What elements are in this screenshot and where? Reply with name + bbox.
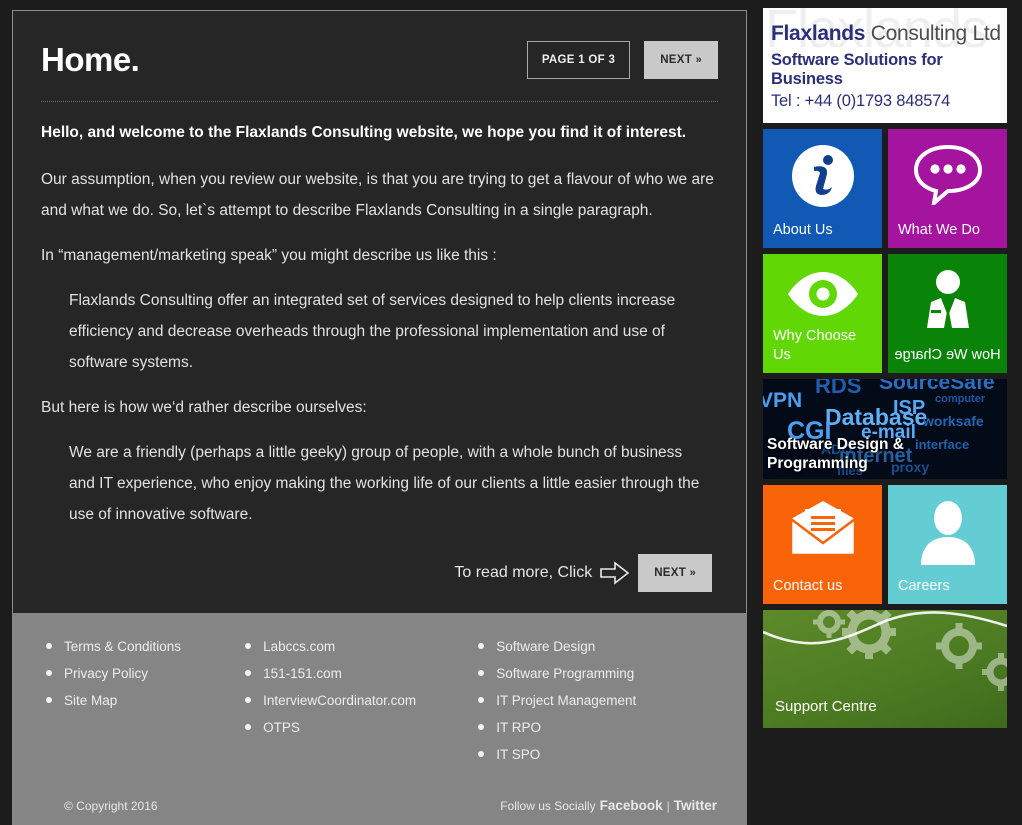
person-icon	[888, 499, 1007, 565]
read-more-label: To read more, Click	[454, 564, 592, 582]
tile-about-us[interactable]: About Us	[763, 129, 882, 248]
company-name: Flaxlands Consulting Ltd	[771, 22, 997, 46]
facebook-link[interactable]: Facebook	[600, 798, 663, 813]
tile-row-3: RDS SourceSafe VPN ISP computer Database…	[763, 379, 1007, 479]
tile-what-we-do[interactable]: What We Do	[888, 129, 1007, 248]
tile-label: Software Design & Programming	[767, 435, 1001, 473]
businessman-icon	[888, 268, 1007, 330]
list-item[interactable]: Privacy Policy	[42, 660, 241, 687]
tile-contact-us[interactable]: Contact us	[763, 485, 882, 604]
tile-careers[interactable]: Careers	[888, 485, 1007, 604]
envelope-icon	[763, 499, 882, 559]
next-page-button[interactable]: NEXT »	[644, 41, 718, 79]
word-cloud-word: VPN	[763, 389, 802, 413]
tile-label: About Us	[773, 221, 876, 240]
arrow-right-icon	[600, 560, 630, 586]
company-name-bold: Flaxlands	[771, 22, 865, 45]
twitter-link[interactable]: Twitter	[674, 798, 717, 813]
pagination-indicator[interactable]: PAGE 1 OF 3	[527, 41, 630, 79]
page-header: Home. PAGE 1 OF 3 NEXT »	[41, 41, 718, 101]
chevron-right-icon: »	[696, 54, 702, 66]
tile-support-centre[interactable]: Support Centre	[763, 610, 1007, 728]
header-divider	[41, 101, 718, 102]
list-item[interactable]: IT SPO	[474, 741, 717, 768]
paragraph-assumption: Our assumption, when you review our webs…	[41, 164, 718, 226]
company-logo-card[interactable]: Flaxlands Flaxlands Consulting Ltd Softw…	[763, 8, 1007, 123]
tile-why-choose-us[interactable]: Why Choose Us	[763, 254, 882, 373]
footer: Terms & Conditions Privacy Policy Site M…	[12, 613, 747, 825]
next-page-button-label: NEXT	[660, 54, 692, 66]
word-cloud-word: computer	[935, 393, 985, 405]
read-more-row: To read more, Click NEXT »	[41, 554, 718, 592]
speech-bubble-icon	[888, 143, 1007, 205]
tile-label: Contact us	[773, 577, 876, 596]
list-item[interactable]: InterviewCoordinator.com	[241, 687, 474, 714]
list-item[interactable]: Labccs.com	[241, 633, 474, 660]
list-item[interactable]: IT RPO	[474, 714, 717, 741]
paragraph-marketing-speak: In “management/marketing speak” you migh…	[41, 240, 718, 271]
tile-label: Careers	[898, 577, 1001, 596]
footer-column-sites: Labccs.com 151-151.com InterviewCoordina…	[241, 633, 474, 768]
read-more-next-label: NEXT	[654, 567, 686, 579]
sidebar: Flaxlands Flaxlands Consulting Ltd Softw…	[763, 8, 1007, 728]
quote-friendly-description: We are a friendly (perhaps a little geek…	[69, 437, 718, 530]
list-item[interactable]: Terms & Conditions	[42, 633, 241, 660]
company-name-rest: Consulting Ltd	[865, 22, 1001, 45]
welcome-lead-text: Hello, and welcome to the Flaxlands Cons…	[41, 124, 718, 142]
info-circle-icon	[763, 143, 882, 209]
list-item[interactable]: Software Programming	[474, 660, 717, 687]
quote-marketing-description: Flaxlands Consulting offer an integrated…	[69, 285, 718, 378]
paragraph-rather-describe: But here is how we‘d rather describe our…	[41, 392, 718, 423]
list-item[interactable]: OTPS	[241, 714, 474, 741]
footer-link-columns: Terms & Conditions Privacy Policy Site M…	[42, 633, 717, 768]
list-item[interactable]: IT Project Management	[474, 687, 717, 714]
tile-row-2: Why Choose Us How We Charge	[763, 254, 1007, 373]
footer-list-services: Software Design Software Programming IT …	[474, 633, 717, 768]
word-cloud-word: worksafe	[923, 413, 984, 429]
tile-row-5: Support Centre	[763, 610, 1007, 728]
social-prefix-label: Follow us Socially	[500, 799, 595, 813]
tile-label: How We Charge	[888, 346, 1007, 365]
list-item[interactable]: Site Map	[42, 687, 241, 714]
footer-bottom-bar: © Copyright 2016 Follow us Socially Face…	[12, 798, 747, 813]
list-item[interactable]: Software Design	[474, 633, 717, 660]
tile-how-we-charge[interactable]: How We Charge	[888, 254, 1007, 373]
tile-label: Support Centre	[775, 697, 1001, 716]
word-cloud-word: RDS	[815, 379, 861, 399]
eye-icon	[763, 268, 882, 320]
social-links: Follow us Socially Facebook | Twitter	[500, 798, 717, 813]
footer-column-services: Software Design Software Programming IT …	[474, 633, 717, 768]
company-tagline: Software Solutions for Business	[771, 51, 997, 89]
tile-row-4: Contact us Careers	[763, 485, 1007, 604]
footer-list-legal: Terms & Conditions Privacy Policy Site M…	[42, 633, 241, 714]
page-root: Home. PAGE 1 OF 3 NEXT » Hello, and welc…	[0, 0, 1022, 825]
list-item[interactable]: 151-151.com	[241, 660, 474, 687]
read-more-next-button[interactable]: NEXT »	[638, 554, 712, 592]
tile-label: Why Choose Us	[773, 327, 876, 365]
copyright-text: © Copyright 2016	[64, 799, 158, 813]
company-telephone: Tel : +44 (0)1793 848574	[771, 92, 997, 111]
footer-list-sites: Labccs.com 151-151.com InterviewCoordina…	[241, 633, 474, 741]
page-title: Home.	[41, 41, 139, 79]
header-buttons: PAGE 1 OF 3 NEXT »	[527, 41, 718, 79]
article: Home. PAGE 1 OF 3 NEXT » Hello, and welc…	[13, 11, 746, 614]
tile-row-1: About Us What We Do	[763, 129, 1007, 248]
chevron-right-icon: »	[690, 567, 696, 579]
social-separator: |	[667, 799, 670, 813]
tile-software-design-programming[interactable]: RDS SourceSafe VPN ISP computer Database…	[763, 379, 1007, 479]
tile-label: What We Do	[898, 221, 1001, 240]
footer-column-legal: Terms & Conditions Privacy Policy Site M…	[42, 633, 241, 768]
logo-text-block: Flaxlands Consulting Ltd Software Soluti…	[771, 22, 997, 111]
